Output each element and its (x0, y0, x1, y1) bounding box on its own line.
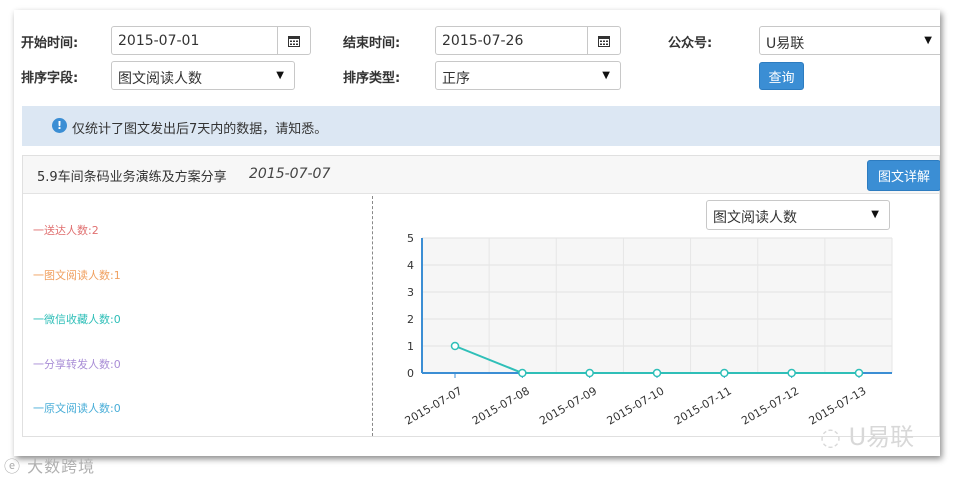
end-date-input[interactable]: 2015-07-26 (435, 26, 621, 55)
watermark-left-text: 大数跨境 (27, 457, 96, 476)
info-icon: ! (52, 118, 67, 133)
wechat-icon: ◌ (820, 423, 841, 451)
end-time-label: 结束时间: (343, 36, 401, 51)
start-date-value: 2015-07-01 (118, 33, 200, 49)
watermark-right: ◌ U易联 (820, 417, 914, 452)
account-value: U易联 (766, 36, 805, 52)
article-section: 5.9车间条码业务演练及方案分享 2015-07-07 图文详解 一送达人数:2… (22, 155, 940, 437)
account-select[interactable]: U易联 ▼ (759, 26, 940, 55)
chart-metric-select[interactable]: 图文阅读人数 ▼ (706, 200, 890, 230)
watermark-right-text: U易联 (848, 423, 915, 451)
stat-item: 一图文阅读人数:1 (33, 268, 121, 282)
sort-field-value: 图文阅读人数 (118, 71, 202, 87)
sort-field-select[interactable]: 图文阅读人数 ▼ (111, 61, 295, 90)
chart-metric-value: 图文阅读人数 (713, 210, 797, 226)
start-time-label: 开始时间: (21, 36, 79, 51)
article-date: 2015-07-07 (249, 166, 331, 182)
panel-divider (372, 196, 373, 436)
calendar-icon (598, 35, 610, 47)
sort-field-label: 排序字段: (21, 71, 79, 86)
chevron-down-icon: ▼ (276, 70, 284, 81)
notice-bar: ! 仅统计了图文发出后7天内的数据，请知悉。 (22, 106, 940, 146)
end-date-value: 2015-07-26 (442, 33, 524, 49)
stat-item: 一原文阅读人数:0 (33, 402, 121, 415)
stat-item: 一送达人数:2 (33, 224, 99, 237)
article-detail-button[interactable]: 图文详解 (867, 160, 940, 191)
end-calendar-button[interactable] (587, 27, 620, 54)
chevron-down-icon: ▼ (602, 70, 610, 81)
notice-text: 仅统计了图文发出后7天内的数据，请知悉。 (72, 122, 328, 137)
query-button[interactable]: 查询 (759, 62, 804, 90)
article-header: 5.9车间条码业务演练及方案分享 2015-07-07 图文详解 (23, 156, 940, 194)
article-title: 5.9车间条码业务演练及方案分享 (37, 170, 227, 185)
calendar-icon (288, 35, 300, 47)
weibo-icon: ⓔ (4, 457, 22, 476)
chevron-down-icon: ▼ (871, 209, 879, 220)
sort-type-value: 正序 (442, 71, 470, 87)
sort-type-select[interactable]: 正序 ▼ (435, 61, 621, 90)
stat-item: 一分享转发人数:0 (33, 357, 121, 371)
chevron-down-icon: ▼ (924, 35, 932, 46)
stat-item: 一微信收藏人数:0 (33, 313, 121, 326)
start-calendar-button[interactable] (277, 27, 310, 54)
sort-type-label: 排序类型: (343, 71, 401, 86)
report-panel: 开始时间: 2015-07-01 结束时间: 2015-07-26 公众号: U… (14, 10, 940, 456)
watermark-left: ⓔ 大数跨境 (4, 453, 95, 477)
start-date-input[interactable]: 2015-07-01 (111, 26, 311, 55)
account-label: 公众号: (668, 36, 713, 51)
